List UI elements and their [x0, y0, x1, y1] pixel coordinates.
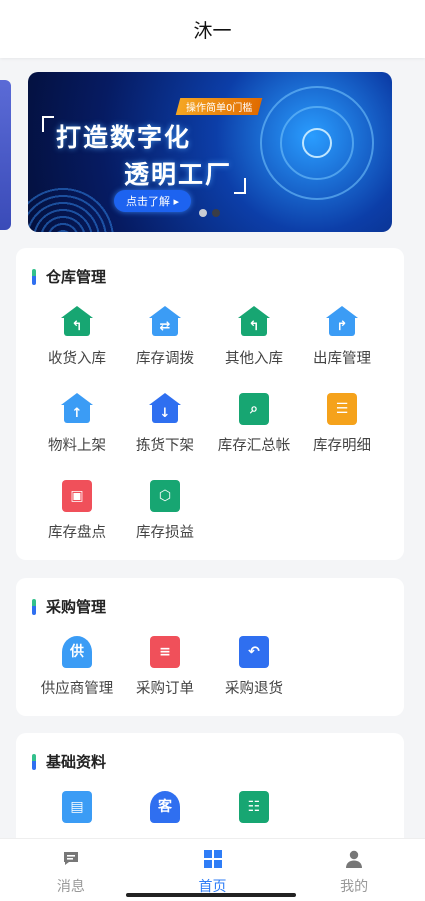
- menu-item-label: 物料上架: [48, 438, 106, 454]
- menu-item-label: 收货入库: [48, 351, 106, 367]
- menu-item-label: 拣货下架: [136, 438, 194, 454]
- basic-data-section: 基础资料 ▤ 客 ☷: [16, 733, 404, 853]
- menu-item-checklist[interactable]: ☷: [210, 791, 298, 823]
- menu-item-label: 库存调拨: [136, 351, 194, 367]
- supplier-icon: 供: [62, 636, 92, 668]
- page-title: 沐一: [193, 19, 232, 42]
- ledger-search-icon: ⌕: [239, 393, 269, 425]
- menu-item-label: 库存明细: [313, 438, 371, 454]
- top-bar: 沐一: [0, 0, 425, 58]
- home-transfer-icon: ⇄: [149, 306, 181, 338]
- purchase-section: 采购管理 供 供应商管理 ≡ 采购订单 ↶ 采购退货: [16, 578, 404, 716]
- box-ledger-icon: ⬡: [150, 480, 180, 512]
- user-icon: [346, 850, 363, 868]
- menu-item-stocktake[interactable]: ▣ 库存盘点: [33, 480, 121, 542]
- banner-tag: 操作简单0门槛: [175, 98, 263, 115]
- section-marker: [32, 268, 36, 285]
- section-header: 仓库管理: [32, 266, 106, 287]
- menu-item-stock-summary[interactable]: ⌕ 库存汇总帐: [210, 393, 298, 455]
- banner-headline-2: 透明工厂: [124, 160, 233, 189]
- warehouse-section: 仓库管理 ↰ 收货入库 ⇄ 库存调拨 ↰ 其他入库 ↱ 出库管理 ↑ 物料上架 …: [16, 248, 404, 560]
- inventory-bag-icon: ▣: [62, 480, 92, 512]
- detail-list-icon: ☰: [327, 393, 357, 425]
- home-indicator: [126, 893, 296, 897]
- tab-profile[interactable]: 我的: [283, 839, 425, 901]
- tab-label: 我的: [340, 879, 369, 895]
- message-icon: [63, 852, 78, 865]
- carousel-prev-slide[interactable]: [0, 80, 11, 230]
- menu-item-purchase-order[interactable]: ≡ 采购订单: [121, 636, 209, 698]
- home-forward-icon: ↱: [326, 306, 358, 338]
- menu-item-label: 库存损益: [136, 525, 194, 541]
- tab-messages[interactable]: 消息: [0, 839, 142, 901]
- menu-item-label: 供应商管理: [40, 681, 114, 697]
- material-box-icon: ▤: [62, 791, 92, 823]
- section-title: 采购管理: [46, 598, 107, 616]
- section-marker: [32, 753, 36, 770]
- tech-ring-core-graphic: [302, 128, 332, 158]
- section-title: 仓库管理: [46, 268, 107, 286]
- menu-item-purchase-return[interactable]: ↶ 采购退货: [210, 636, 298, 698]
- home-down-icon: ↓: [149, 393, 181, 425]
- menu-item-material[interactable]: ▤: [33, 791, 121, 823]
- bracket-decoration: [42, 116, 54, 132]
- home-grid-icon: [203, 850, 222, 868]
- menu-item-customer[interactable]: 客: [121, 791, 209, 823]
- menu-item-label: 出库管理: [313, 351, 371, 367]
- menu-item-supplier[interactable]: 供 供应商管理: [33, 636, 121, 698]
- learn-more-button[interactable]: 点击了解 ▸: [114, 190, 192, 212]
- tab-home[interactable]: 首页: [142, 839, 284, 901]
- carousel-dot-active[interactable]: [212, 209, 220, 217]
- purchase-return-icon: ↶: [239, 636, 269, 668]
- menu-item-stock-adjust[interactable]: ⬡ 库存损益: [121, 480, 209, 542]
- globe-graphic: [28, 184, 118, 232]
- menu-item-label: 采购订单: [136, 681, 194, 697]
- banner-headline-1: 打造数字化: [56, 123, 192, 152]
- bottom-tab-bar: 消息 首页 我的: [0, 838, 425, 901]
- menu-item-label: 库存汇总帐: [217, 438, 291, 454]
- purchase-order-icon: ≡: [150, 636, 180, 668]
- home-back-icon: ↰: [61, 306, 93, 338]
- menu-item-stock-detail[interactable]: ☰ 库存明细: [298, 393, 386, 455]
- tab-label: 消息: [56, 879, 85, 895]
- section-header: 采购管理: [32, 596, 106, 617]
- menu-item-label: 采购退货: [225, 681, 283, 697]
- home-up-icon: ↑: [61, 393, 93, 425]
- carousel-dot[interactable]: [199, 209, 207, 217]
- checklist-icon: ☷: [239, 791, 269, 823]
- menu-item-label: 库存盘点: [48, 525, 106, 541]
- banner-carousel[interactable]: 操作简单0门槛 打造数字化 透明工厂 点击了解 ▸: [28, 72, 392, 232]
- menu-item-receive[interactable]: ↰ 收货入库: [33, 306, 121, 368]
- menu-item-label: 其他入库: [225, 351, 283, 367]
- home-back-icon: ↰: [238, 306, 270, 338]
- customer-icon: 客: [150, 791, 180, 823]
- menu-item-outbound[interactable]: ↱ 出库管理: [298, 306, 386, 368]
- section-header: 基础资料: [32, 751, 106, 772]
- menu-item-putaway[interactable]: ↑ 物料上架: [33, 393, 121, 455]
- carousel-indicator: [199, 209, 220, 217]
- section-title: 基础资料: [46, 753, 107, 771]
- menu-item-picking[interactable]: ↓ 拣货下架: [121, 393, 209, 455]
- menu-item-transfer[interactable]: ⇄ 库存调拨: [121, 306, 209, 368]
- section-marker: [32, 598, 36, 615]
- bracket-decoration: [234, 178, 246, 194]
- menu-item-other-inbound[interactable]: ↰ 其他入库: [210, 306, 298, 368]
